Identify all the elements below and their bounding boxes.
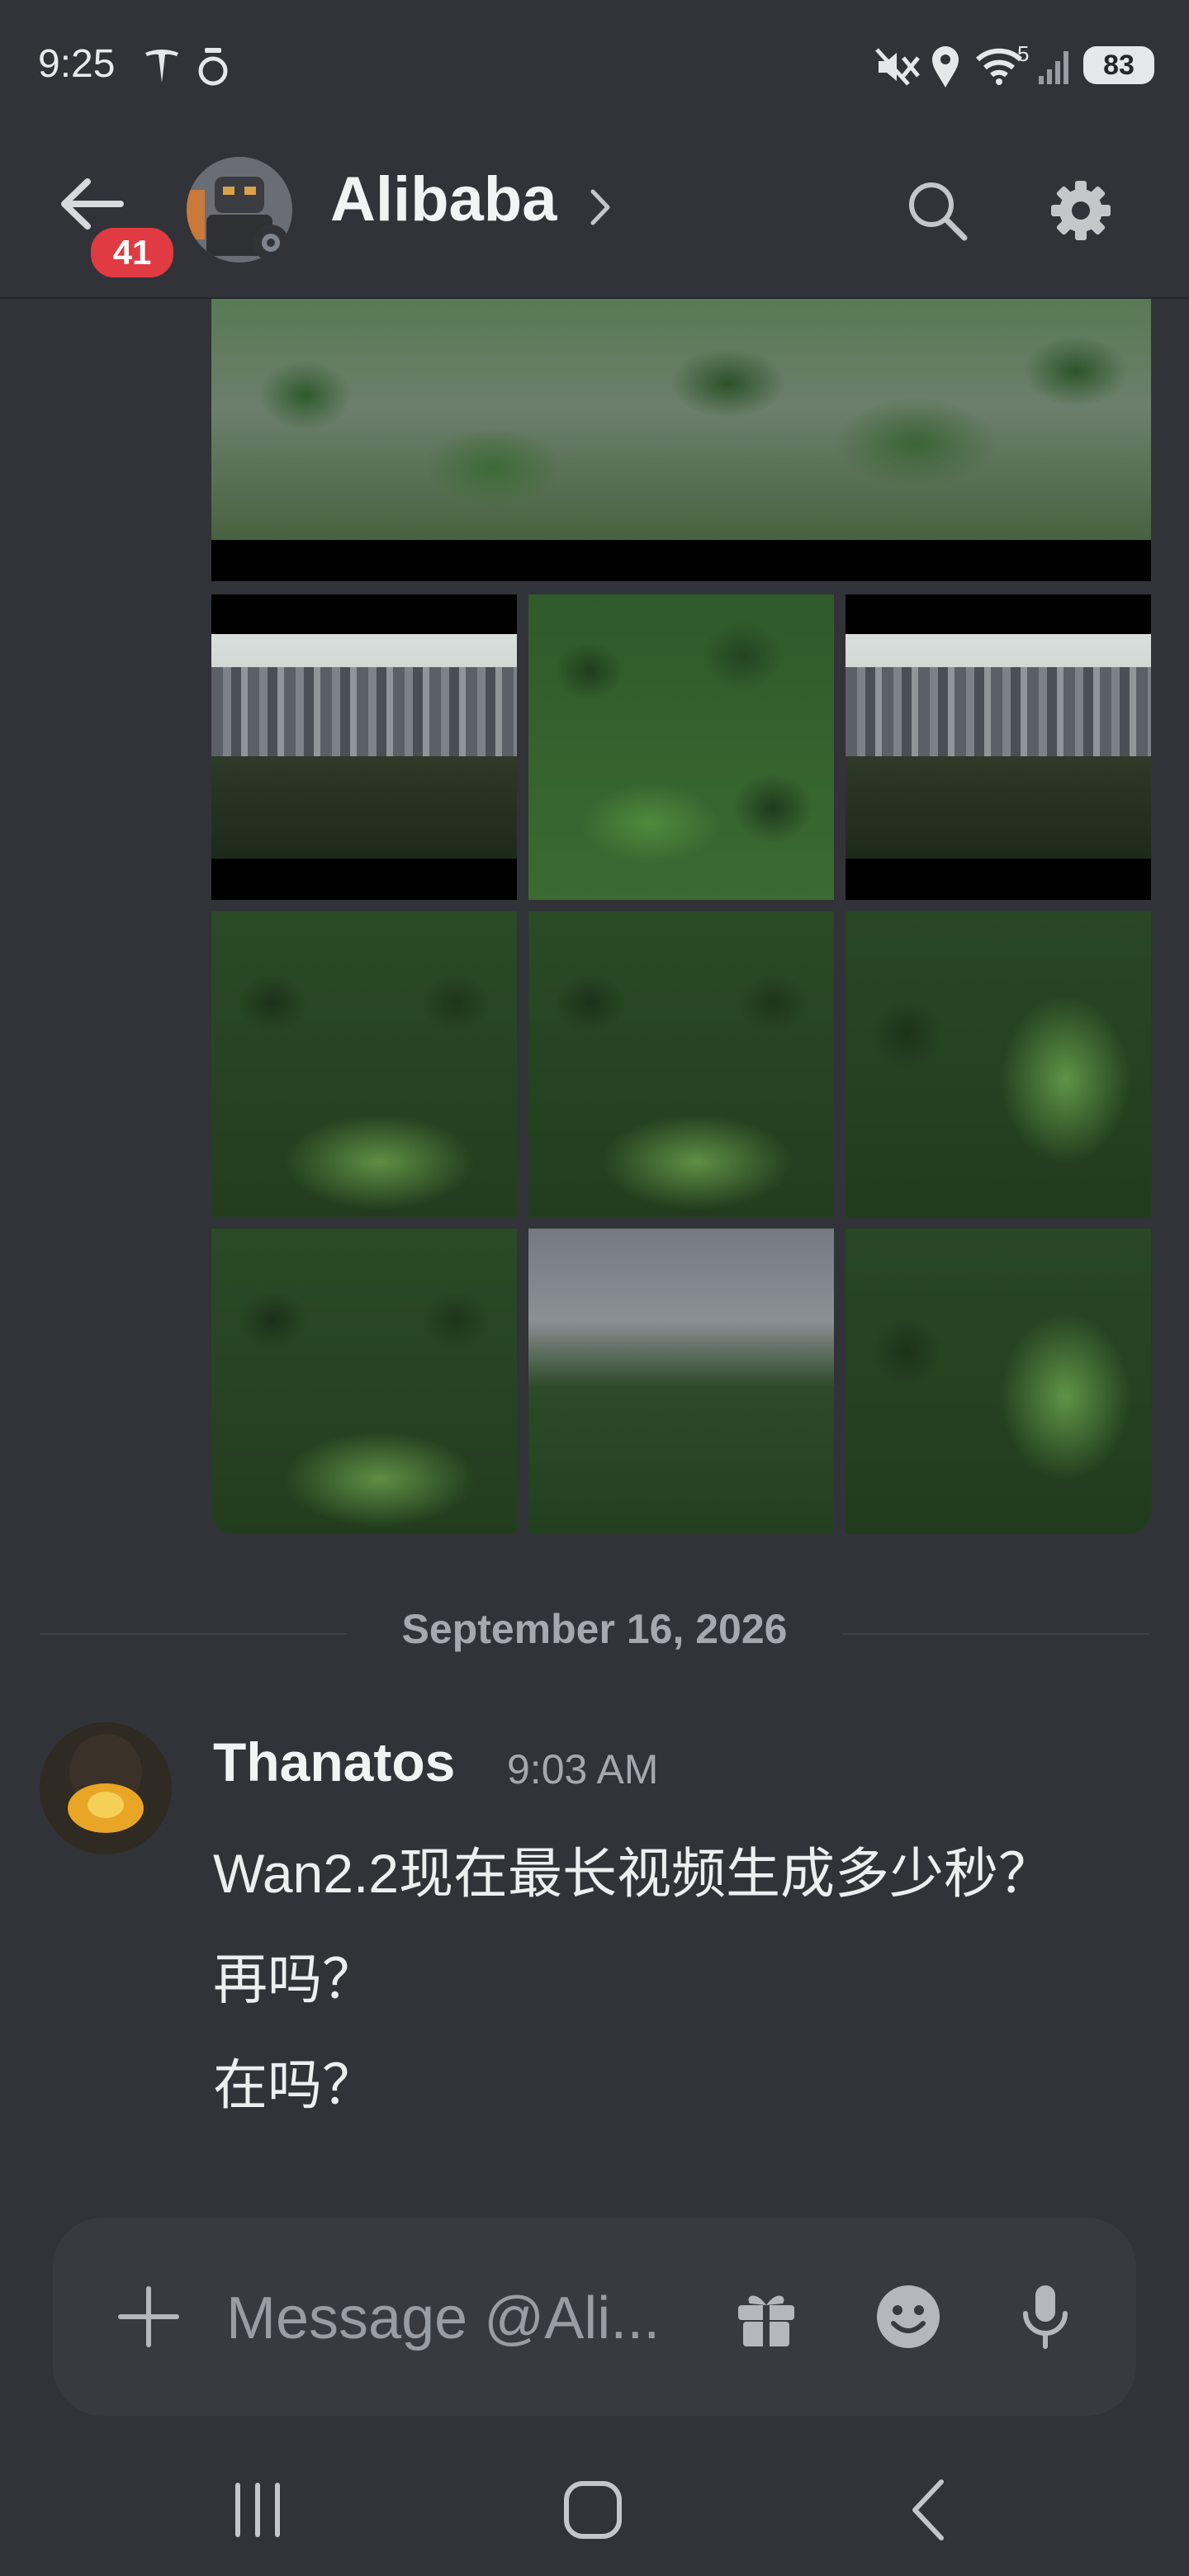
gallery-image-park-path[interactable] xyxy=(528,594,834,900)
gallery-image-park-pond[interactable] xyxy=(211,1229,517,1534)
gallery-image-park-lawn-3[interactable] xyxy=(846,912,1151,1217)
message-text-line: 在吗？ xyxy=(213,2054,377,2115)
emoji-button[interactable] xyxy=(870,2279,946,2355)
message-author-avatar[interactable] xyxy=(40,1722,172,1854)
nav-back-button[interactable] xyxy=(879,2460,978,2559)
channel-title[interactable]: Alibaba xyxy=(330,163,557,235)
location-icon xyxy=(932,46,959,88)
gift-button[interactable] xyxy=(732,2282,801,2351)
gift-icon xyxy=(738,2295,794,2346)
message-text-line: 再吗？ xyxy=(213,1949,377,2010)
microphone-icon xyxy=(1023,2285,1068,2349)
add-attachment-button[interactable] xyxy=(114,2282,183,2351)
chat-header: 41 Alibaba xyxy=(0,132,1189,299)
status-bar: 9:25 5 83 xyxy=(0,0,1189,132)
gallery-image-city-park[interactable] xyxy=(528,1229,834,1534)
recents-button[interactable] xyxy=(208,2460,307,2559)
signal-icon xyxy=(1039,51,1068,84)
gallery-image-skyline-2[interactable] xyxy=(846,594,1151,900)
wifi-superscript: 5 xyxy=(1017,41,1030,66)
message-input[interactable] xyxy=(226,2277,738,2360)
message-timestamp: 9:03 AM xyxy=(507,1746,659,1792)
message-text-line: Wan2.2现在最长视频生成多少秒？ xyxy=(213,1843,1054,1904)
message-composer xyxy=(53,2218,1136,2416)
settings-button[interactable] xyxy=(1044,173,1118,248)
wifi-icon xyxy=(975,48,1023,85)
author-avatar-image xyxy=(40,1722,172,1854)
gallery-image-park-lawn-2[interactable] xyxy=(528,912,834,1217)
gallery-image-park-lawn-1[interactable] xyxy=(211,912,517,1217)
battery-indicator: 83 xyxy=(1083,46,1154,84)
battery-level: 83 xyxy=(1103,49,1135,81)
status-time: 9:25 xyxy=(38,42,116,86)
unread-count: 41 xyxy=(112,233,152,272)
watch-icon xyxy=(198,48,228,86)
nav-back-icon xyxy=(912,2479,944,2540)
date-divider-label: September 16, 2026 xyxy=(347,1605,842,1653)
gallery-image-skyline-1[interactable] xyxy=(211,594,517,900)
home-button[interactable] xyxy=(543,2460,642,2559)
home-icon xyxy=(564,2481,622,2539)
tesla-icon xyxy=(145,50,178,83)
gear-icon xyxy=(1051,181,1111,240)
gallery-image-park-field[interactable] xyxy=(846,1229,1151,1534)
voice-message-button[interactable] xyxy=(1011,2280,1080,2353)
recents-icon xyxy=(235,2483,280,2537)
plus-icon xyxy=(118,2286,179,2347)
message-author[interactable]: Thanatos xyxy=(213,1731,455,1793)
system-navigation-bar xyxy=(0,2444,1189,2576)
unread-badge: 41 xyxy=(86,223,178,282)
mute-icon xyxy=(875,48,920,86)
presence-status-indicator xyxy=(253,225,289,261)
search-icon xyxy=(909,182,968,241)
emoji-icon xyxy=(877,2285,940,2348)
chat-screen: 9:25 5 83 41 Alibaba September 16, 2026 … xyxy=(0,0,1189,2576)
search-button[interactable] xyxy=(900,173,974,248)
gallery-image-aerial-wide[interactable] xyxy=(211,299,1151,581)
chevron-right-icon[interactable] xyxy=(588,187,613,228)
